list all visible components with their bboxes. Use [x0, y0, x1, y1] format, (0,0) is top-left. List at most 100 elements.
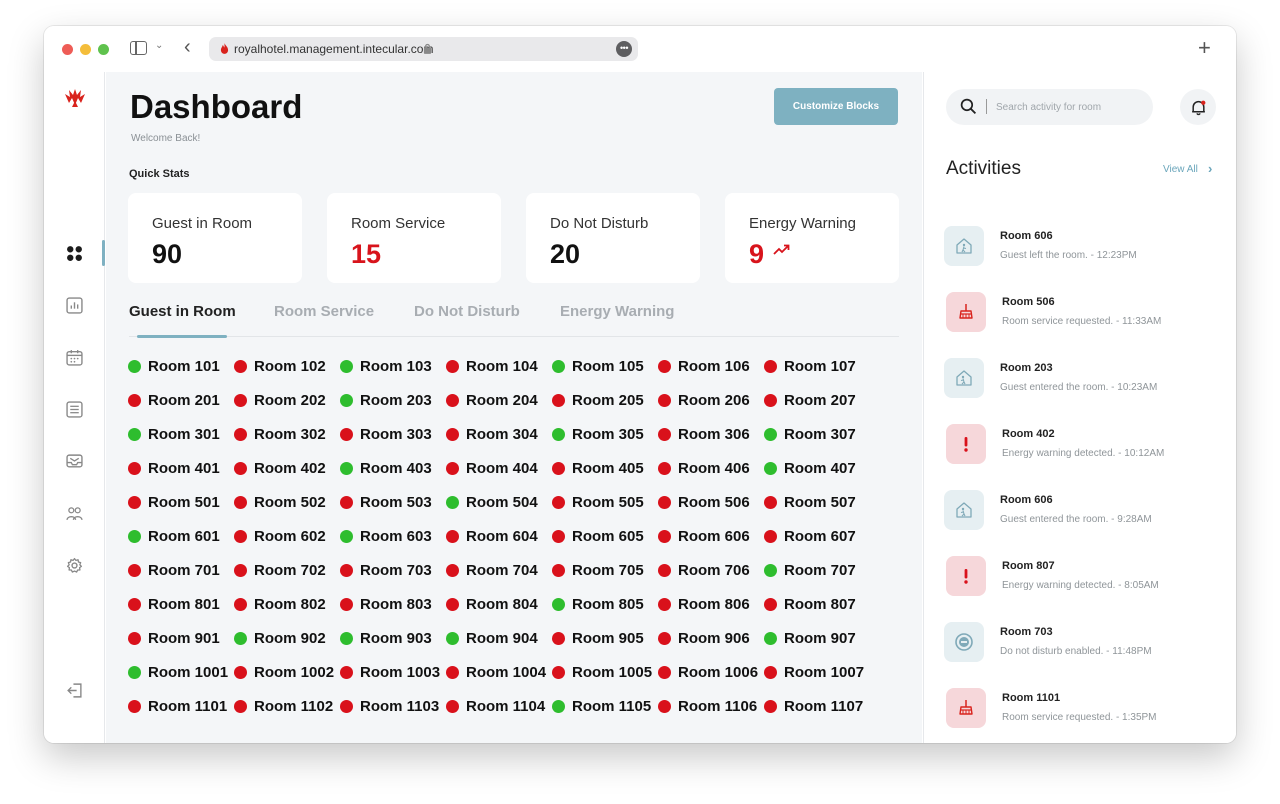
room-item[interactable]: Room 1106	[658, 696, 757, 716]
room-item[interactable]: Room 103	[340, 356, 432, 376]
room-item[interactable]: Room 805	[552, 594, 644, 614]
activity-search[interactable]	[946, 89, 1153, 125]
room-item[interactable]: Room 904	[446, 628, 538, 648]
activity-item[interactable]: Room 203 Guest entered the room. - 10:23A…	[944, 358, 1224, 408]
room-item[interactable]: Room 305	[552, 424, 644, 444]
address-bar[interactable]: royalhotel.management.intecular.com •••	[209, 37, 638, 61]
close-window-button[interactable]	[62, 44, 73, 55]
room-item[interactable]: Room 207	[764, 390, 856, 410]
room-item[interactable]: Room 901	[128, 628, 220, 648]
stat-card-energy-warning[interactable]: Energy Warning 9	[725, 193, 899, 283]
room-item[interactable]: Room 301	[128, 424, 220, 444]
tab-do-not-disturb[interactable]: Do Not Disturb	[414, 303, 520, 320]
activity-item[interactable]: Room 506 Room service requested. - 11:33A…	[946, 292, 1226, 342]
room-item[interactable]: Room 1104	[446, 696, 545, 716]
room-item[interactable]: Room 606	[658, 526, 750, 546]
sidebar-item-dashboard[interactable]	[63, 242, 85, 264]
room-item[interactable]: Room 706	[658, 560, 750, 580]
activity-item[interactable]: Room 1101 Room service requested. - 1:35P…	[946, 688, 1226, 738]
room-item[interactable]: Room 101	[128, 356, 220, 376]
room-item[interactable]: Room 303	[340, 424, 432, 444]
room-item[interactable]: Room 205	[552, 390, 644, 410]
room-item[interactable]: Room 507	[764, 492, 856, 512]
notifications-button[interactable]	[1180, 89, 1216, 125]
room-item[interactable]: Room 406	[658, 458, 750, 478]
room-item[interactable]: Room 803	[340, 594, 432, 614]
room-item[interactable]: Room 304	[446, 424, 538, 444]
room-item[interactable]: Room 403	[340, 458, 432, 478]
room-item[interactable]: Room 705	[552, 560, 644, 580]
sidebar-item-reports[interactable]	[63, 294, 85, 316]
stat-card-room-service[interactable]: Room Service 15	[327, 193, 501, 283]
sidebar-item-staff[interactable]	[63, 502, 85, 524]
room-item[interactable]: Room 402	[234, 458, 326, 478]
activity-item[interactable]: Room 606 Guest entered the room. - 9:28AM	[944, 490, 1224, 540]
room-item[interactable]: Room 407	[764, 458, 856, 478]
room-item[interactable]: Room 1007	[764, 662, 864, 682]
stat-card-do-not-disturb[interactable]: Do Not Disturb 20	[526, 193, 700, 283]
room-item[interactable]: Room 702	[234, 560, 326, 580]
new-tab-icon[interactable]: +	[1198, 35, 1211, 61]
room-item[interactable]: Room 405	[552, 458, 644, 478]
room-item[interactable]: Room 307	[764, 424, 856, 444]
room-item[interactable]: Room 703	[340, 560, 432, 580]
room-item[interactable]: Room 802	[234, 594, 326, 614]
back-arrow-icon[interactable]: ‹	[184, 36, 191, 59]
room-item[interactable]: Room 607	[764, 526, 856, 546]
room-item[interactable]: Room 1001	[128, 662, 228, 682]
stat-card-guest-in-room[interactable]: Guest in Room 90	[128, 193, 302, 283]
room-item[interactable]: Room 1005	[552, 662, 652, 682]
room-item[interactable]: Room 401	[128, 458, 220, 478]
room-item[interactable]: Room 1105	[552, 696, 651, 716]
sidebar-toggle-icon[interactable]	[130, 41, 147, 55]
tab-room-service[interactable]: Room Service	[274, 303, 374, 320]
tab-energy-warning[interactable]: Energy Warning	[560, 303, 674, 320]
room-item[interactable]: Room 504	[446, 492, 538, 512]
room-item[interactable]: Room 906	[658, 628, 750, 648]
sidebar-item-list[interactable]	[63, 398, 85, 420]
room-item[interactable]: Room 306	[658, 424, 750, 444]
room-item[interactable]: Room 1102	[234, 696, 333, 716]
activity-item[interactable]: Room 807 Energy warning detected. - 8:05A…	[946, 556, 1226, 606]
room-item[interactable]: Room 1003	[340, 662, 440, 682]
room-item[interactable]: Room 105	[552, 356, 644, 376]
room-item[interactable]: Room 604	[446, 526, 538, 546]
room-item[interactable]: Room 501	[128, 492, 220, 512]
room-item[interactable]: Room 102	[234, 356, 326, 376]
room-item[interactable]: Room 701	[128, 560, 220, 580]
room-item[interactable]: Room 605	[552, 526, 644, 546]
minimize-window-button[interactable]	[80, 44, 91, 55]
logout-button[interactable]	[63, 679, 85, 701]
room-item[interactable]: Room 1107	[764, 696, 863, 716]
room-item[interactable]: Room 905	[552, 628, 644, 648]
room-item[interactable]: Room 1006	[658, 662, 758, 682]
room-item[interactable]: Room 201	[128, 390, 220, 410]
room-item[interactable]: Room 404	[446, 458, 538, 478]
room-item[interactable]: Room 801	[128, 594, 220, 614]
customize-blocks-button[interactable]: Customize Blocks	[774, 88, 898, 125]
room-item[interactable]: Room 1004	[446, 662, 546, 682]
room-item[interactable]: Room 202	[234, 390, 326, 410]
zoom-window-button[interactable]	[98, 44, 109, 55]
room-item[interactable]: Room 506	[658, 492, 750, 512]
room-item[interactable]: Room 106	[658, 356, 750, 376]
room-item[interactable]: Room 602	[234, 526, 326, 546]
room-item[interactable]: Room 204	[446, 390, 538, 410]
view-all-link[interactable]: View All	[1163, 164, 1198, 175]
chevron-right-icon[interactable]: ›	[1208, 161, 1212, 176]
room-item[interactable]: Room 203	[340, 390, 432, 410]
room-item[interactable]: Room 206	[658, 390, 750, 410]
search-input[interactable]	[996, 89, 1146, 125]
room-item[interactable]: Room 503	[340, 492, 432, 512]
chevron-down-icon[interactable]: ⌄	[155, 40, 163, 51]
room-item[interactable]: Room 902	[234, 628, 326, 648]
activity-item[interactable]: Room 606 Guest left the room. - 12:23PM	[944, 226, 1224, 276]
tab-guest-in-room[interactable]: Guest in Room	[129, 303, 236, 320]
more-options-icon[interactable]: •••	[616, 41, 632, 57]
room-item[interactable]: Room 104	[446, 356, 538, 376]
room-item[interactable]: Room 707	[764, 560, 856, 580]
activity-item[interactable]: Room 402 Energy warning detected. - 10:12…	[946, 424, 1226, 474]
room-item[interactable]: Room 907	[764, 628, 856, 648]
hotel-logo-icon[interactable]	[64, 87, 86, 109]
room-item[interactable]: Room 806	[658, 594, 750, 614]
